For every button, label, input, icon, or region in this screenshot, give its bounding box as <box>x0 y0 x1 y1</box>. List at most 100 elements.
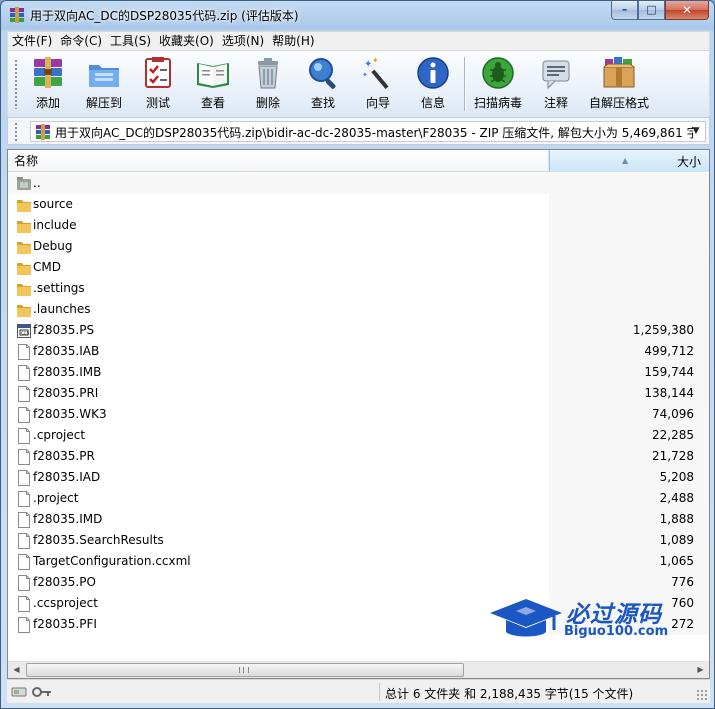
table-row[interactable]: f28035.IAB 499,712 <box>8 341 709 362</box>
view-book-icon <box>197 63 229 88</box>
table-row[interactable]: .launches <box>8 299 709 320</box>
table-row[interactable]: .cproject 22,285 <box>8 425 709 446</box>
find-label: 查找 <box>310 96 335 110</box>
scroll-right-icon[interactable]: ▶ <box>692 662 709 678</box>
size-column-bg <box>549 236 709 257</box>
file-name: f28035.PO <box>33 575 96 589</box>
find-magnifier-icon <box>309 58 336 89</box>
info-button[interactable]: 信息 <box>411 55 455 113</box>
table-row[interactable]: f28035.PFI 272 <box>8 614 709 635</box>
resize-grip[interactable] <box>696 689 708 701</box>
file-size: 499,712 <box>644 344 694 358</box>
file-name: f28035.IMD <box>33 512 103 526</box>
extract-to-button[interactable]: 解压到 <box>82 55 126 113</box>
address-path: 用于双向AC_DC的DSP28035代码.zip\bidir-ac-dc-280… <box>55 126 693 140</box>
sfx-button[interactable]: 自解压格式 <box>586 55 652 113</box>
menu-file[interactable]: 文件(F) <box>8 32 56 50</box>
table-row[interactable]: source <box>8 194 709 215</box>
file-size: 159,744 <box>644 365 694 379</box>
size-column-bg <box>549 299 709 320</box>
svg-text:✦: ✦ <box>372 56 379 65</box>
title-bar[interactable]: 用于双向AC_DC的DSP28035代码.zip (评估版本) – □ ✕ <box>1 1 714 31</box>
file-size: 74,096 <box>652 407 694 421</box>
toolbar-grip[interactable] <box>14 59 18 109</box>
address-grip[interactable] <box>14 122 18 142</box>
file-icon <box>17 596 31 612</box>
size-column-bg <box>549 278 709 299</box>
sort-arrow-icon: ▲ <box>622 156 629 165</box>
file-size: 5,208 <box>659 470 694 484</box>
winrar-app-icon[interactable] <box>9 7 25 23</box>
ccs-project-icon: CCS <box>17 323 31 339</box>
wizard-wand-icon: ✦ ✦ ✦ <box>362 56 389 90</box>
find-button[interactable]: 查找 <box>301 55 345 113</box>
file-name: source <box>33 197 73 211</box>
table-row[interactable]: TargetConfiguration.ccxml 1,065 <box>8 551 709 572</box>
file-name: f28035.WK3 <box>33 407 107 421</box>
table-row[interactable]: f28035.PR 21,728 <box>8 446 709 467</box>
file-size: 22,285 <box>652 428 694 442</box>
status-summary: 总计 6 文件夹 和 2,188,435 字节(15 个文件) <box>385 687 634 701</box>
file-name: CMD <box>33 260 61 274</box>
extract-to-label: 解压到 <box>85 96 122 110</box>
virus-scan-icon <box>482 57 514 89</box>
info-label: 信息 <box>420 96 445 110</box>
scroll-left-icon[interactable]: ◀ <box>8 662 25 678</box>
delete-button[interactable]: 删除 <box>246 55 290 113</box>
menu-favorites[interactable]: 收藏夹(O) <box>155 32 218 50</box>
file-size: 1,089 <box>659 533 694 547</box>
table-row[interactable]: f28035.IMD 1,888 <box>8 509 709 530</box>
file-name: f28035.PR <box>33 449 95 463</box>
column-size[interactable]: ▲ 大小 <box>549 150 709 172</box>
menu-bar: 文件(F) 命令(C) 工具(S) 收藏夹(O) 选项(N) 帮助(H) <box>7 31 710 51</box>
archive-icon <box>36 124 50 140</box>
address-field[interactable]: 用于双向AC_DC的DSP28035代码.zip\bidir-ac-dc-280… <box>30 121 706 142</box>
menu-tools[interactable]: 工具(S) <box>106 32 155 50</box>
add-archive-icon <box>34 57 62 88</box>
file-icon <box>17 428 31 444</box>
row-highlight <box>8 173 549 194</box>
svg-text:✦: ✦ <box>362 71 368 79</box>
file-size: 776 <box>671 575 694 589</box>
view-button[interactable]: 查看 <box>191 55 235 113</box>
table-row[interactable]: CMD <box>8 257 709 278</box>
table-row[interactable]: f28035.SearchResults 1,089 <box>8 530 709 551</box>
table-row[interactable]: CCS f28035.PS 1,259,380 <box>8 320 709 341</box>
test-button[interactable]: 测试 <box>136 55 180 113</box>
file-icon <box>17 617 31 633</box>
menu-commands[interactable]: 命令(C) <box>56 32 106 50</box>
wizard-label: 向导 <box>365 96 390 110</box>
delete-trash-icon <box>258 58 278 89</box>
table-row[interactable]: f28035.PRI 138,144 <box>8 383 709 404</box>
table-row[interactable]: .ccsproject 760 <box>8 593 709 614</box>
comment-button[interactable]: 注释 <box>534 55 578 113</box>
view-label: 查看 <box>200 96 225 110</box>
wizard-button[interactable]: ✦ ✦ ✦ 向导 <box>356 55 400 113</box>
table-row[interactable]: f28035.IAD 5,208 <box>8 467 709 488</box>
table-row[interactable]: Debug <box>8 236 709 257</box>
virus-scan-button[interactable]: 扫描病毒 <box>470 55 526 113</box>
table-row[interactable]: f28035.WK3 74,096 <box>8 404 709 425</box>
status-divider <box>379 683 380 701</box>
menu-options[interactable]: 选项(N) <box>218 32 268 50</box>
address-dropdown-icon[interactable]: ▼ <box>689 122 703 141</box>
table-row[interactable]: .settings <box>8 278 709 299</box>
menu-help[interactable]: 帮助(H) <box>268 32 318 50</box>
winrar-window: 用于双向AC_DC的DSP28035代码.zip (评估版本) – □ ✕ 文件… <box>0 0 715 709</box>
table-row[interactable]: include <box>8 215 709 236</box>
minimize-button[interactable]: – <box>611 1 638 20</box>
table-row[interactable]: f28035.IMB 159,744 <box>8 362 709 383</box>
close-button[interactable]: ✕ <box>665 1 709 20</box>
file-icon <box>17 386 31 402</box>
comment-label: 注释 <box>543 96 568 110</box>
column-name[interactable]: 名称 <box>8 150 549 172</box>
parent-folder-row[interactable]: .. <box>8 173 709 194</box>
scrollbar-thumb[interactable] <box>26 663 464 677</box>
drive-key-icon[interactable] <box>11 686 53 698</box>
add-button[interactable]: 添加 <box>26 55 70 113</box>
file-size: 2,488 <box>659 491 694 505</box>
table-row[interactable]: .project 2,488 <box>8 488 709 509</box>
horizontal-scrollbar[interactable]: ◀ ▶ <box>8 661 709 678</box>
maximize-button[interactable]: □ <box>638 1 665 20</box>
table-row[interactable]: f28035.PO 776 <box>8 572 709 593</box>
